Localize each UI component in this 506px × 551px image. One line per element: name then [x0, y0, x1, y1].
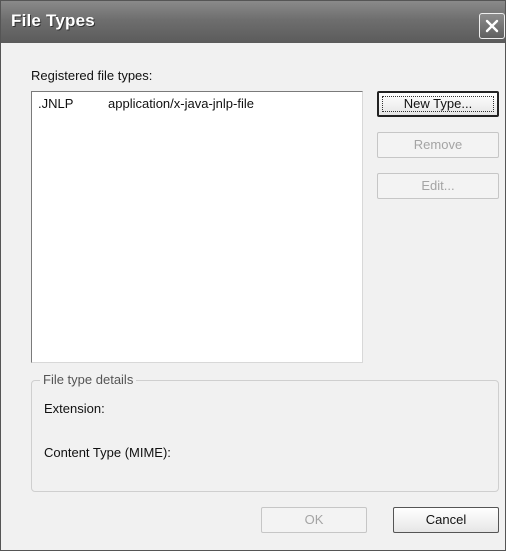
file-types-dialog: File Types Registered file types: .JNLP …	[0, 0, 506, 551]
list-item-mime: application/x-java-jnlp-file	[108, 96, 254, 111]
remove-button-label: Remove	[413, 137, 463, 152]
extension-label: Extension:	[44, 401, 105, 416]
new-type-button-label: New Type...	[403, 96, 473, 111]
remove-button[interactable]: Remove	[377, 132, 499, 158]
cancel-button[interactable]: Cancel	[393, 507, 499, 533]
edit-button[interactable]: Edit...	[377, 173, 499, 199]
content-type-label: Content Type (MIME):	[44, 445, 171, 460]
edit-button-label: Edit...	[421, 178, 455, 193]
title-bar[interactable]: File Types	[1, 1, 505, 43]
close-icon	[485, 19, 499, 33]
cancel-button-label: Cancel	[425, 512, 467, 527]
file-types-list[interactable]: .JNLP application/x-java-jnlp-file	[31, 91, 363, 363]
ok-button[interactable]: OK	[261, 507, 367, 533]
list-item-extension: .JNLP	[38, 96, 74, 111]
registered-file-types-label: Registered file types:	[31, 68, 153, 83]
window-title: File Types	[11, 11, 95, 30]
file-type-details-group: File type details Extension: Content Typ…	[31, 372, 499, 492]
close-button[interactable]	[479, 13, 505, 39]
list-item[interactable]: .JNLP application/x-java-jnlp-file	[36, 96, 356, 114]
new-type-button[interactable]: New Type...	[377, 91, 499, 117]
ok-button-label: OK	[304, 512, 324, 527]
file-type-details-legend: File type details	[40, 372, 137, 387]
